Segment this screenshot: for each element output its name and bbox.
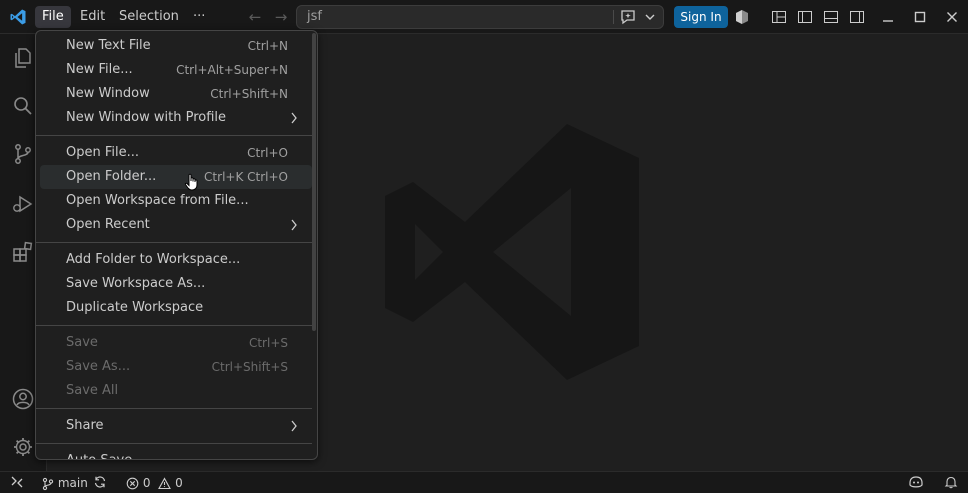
menu-item-label: New Window <box>66 86 150 101</box>
menu-item-open-file[interactable]: Open File... Ctrl+O <box>40 141 312 165</box>
menu-item-label: New Text File <box>66 38 151 53</box>
command-center-search[interactable]: jsf <box>296 5 664 29</box>
explorer-files-icon[interactable] <box>11 46 35 70</box>
menu-file[interactable]: File <box>35 6 71 28</box>
title-bar: File Edit Selection ··· ← → jsf Sign In <box>0 0 968 34</box>
menu-item-open-folder[interactable]: Open Folder... Ctrl+K Ctrl+O <box>40 165 312 189</box>
menu-item-shortcut: Ctrl+Shift+S <box>211 360 288 374</box>
menu-item-label: Auto Save <box>66 449 132 459</box>
menu-item-label: Open Recent <box>66 217 150 232</box>
run-debug-icon[interactable] <box>11 192 35 216</box>
menu-item-shortcut: Ctrl+Shift+N <box>210 87 288 101</box>
menu-item-duplicate-workspace[interactable]: Duplicate Workspace <box>40 296 312 320</box>
warning-icon <box>158 477 172 490</box>
toggle-secondary-sidebar-icon[interactable] <box>849 9 865 25</box>
minimize-icon[interactable] <box>880 9 896 25</box>
command-center-text: jsf <box>307 9 322 24</box>
notifications-bell-icon[interactable] <box>944 475 958 489</box>
menu-selection[interactable]: Selection <box>112 6 186 28</box>
chevron-right-icon <box>291 112 297 124</box>
back-arrow-icon[interactable]: ← <box>246 8 264 26</box>
menu-item-open-recent[interactable]: Open Recent <box>40 213 312 237</box>
chat-sparkle-icon[interactable] <box>619 9 637 25</box>
command-center-divider <box>613 10 614 24</box>
customize-layout-icon[interactable] <box>771 9 787 25</box>
menu-item-label: Duplicate Workspace <box>66 300 204 315</box>
menu-separator <box>36 135 312 136</box>
menu-item-new-file[interactable]: New File... Ctrl+Alt+Super+N <box>40 58 312 82</box>
menu-item-share[interactable]: Share <box>40 414 312 438</box>
chevron-down-icon[interactable] <box>644 9 656 25</box>
menu-edit[interactable]: Edit <box>73 6 112 28</box>
vscode-watermark-icon <box>385 124 639 380</box>
menu-item-add-folder-to-workspace[interactable]: Add Folder to Workspace... <box>40 248 312 272</box>
accounts-shield-icon[interactable] <box>734 9 750 25</box>
chevron-right-icon <box>291 420 297 432</box>
menu-item-label: Open Folder... <box>66 169 157 184</box>
menu-item-save-all: Save All <box>40 379 312 403</box>
close-icon[interactable] <box>944 9 960 25</box>
menu-item-save-workspace-as[interactable]: Save Workspace As... <box>40 272 312 296</box>
file-menu-dropdown: New Text File Ctrl+N New File... Ctrl+Alt+S… <box>35 30 318 460</box>
account-icon[interactable] <box>11 387 35 411</box>
menu-item-open-workspace-from-file[interactable]: Open Workspace from File... <box>40 189 312 213</box>
toggle-panel-icon[interactable] <box>823 9 839 25</box>
sync-icon[interactable] <box>93 475 107 489</box>
menu-item-shortcut: Ctrl+S <box>248 336 288 350</box>
error-icon <box>126 477 139 490</box>
menu-item-new-text-file[interactable]: New Text File Ctrl+N <box>40 34 312 58</box>
chevron-right-icon <box>291 219 297 231</box>
status-bar: main 0 0 <box>0 471 968 493</box>
menu-item-label: Share <box>66 418 104 433</box>
menu-item-label: Open File... <box>66 145 140 160</box>
menu-item-label: New File... <box>66 62 133 77</box>
menu-item-shortcut: Ctrl+K Ctrl+O <box>204 170 288 184</box>
menu-separator <box>36 443 312 444</box>
menu-item-label: New Window with Profile <box>66 110 227 125</box>
menu-item-label: Save <box>66 335 98 350</box>
menu-more-button[interactable]: ··· <box>186 6 212 28</box>
sign-in-button[interactable]: Sign In <box>674 6 728 28</box>
toggle-primary-sidebar-icon[interactable] <box>797 9 813 25</box>
menu-item-new-window[interactable]: New Window Ctrl+Shift+N <box>40 82 312 106</box>
menu-item-label: Save As... <box>66 359 131 374</box>
warning-count: 0 <box>175 476 183 490</box>
branch-status[interactable]: main <box>42 474 88 492</box>
menu-item-save-as: Save As... Ctrl+Shift+S <box>40 355 312 379</box>
extensions-icon[interactable] <box>11 240 35 264</box>
menu-item-shortcut: Ctrl+N <box>247 39 288 53</box>
menu-item-shortcut: Ctrl+O <box>247 146 288 160</box>
branch-icon <box>42 477 54 490</box>
menu-item-shortcut: Ctrl+Alt+Super+N <box>176 63 288 77</box>
menu-item-label: Save All <box>66 383 119 398</box>
menu-scrollbar[interactable] <box>312 33 316 331</box>
remote-indicator-icon[interactable] <box>10 475 24 489</box>
menu-item-new-window-with-profile[interactable]: New Window with Profile <box>40 106 312 130</box>
problems-status[interactable]: 0 0 <box>126 474 183 492</box>
menu-item-label: Open Workspace from File... <box>66 193 249 208</box>
menu-separator <box>36 242 312 243</box>
menu-separator <box>36 325 312 326</box>
source-control-icon[interactable] <box>11 142 35 166</box>
hand-cursor-icon <box>184 173 198 191</box>
search-icon[interactable] <box>11 94 35 118</box>
vscode-logo-icon <box>10 9 26 25</box>
menu-item-label: Add Folder to Workspace... <box>66 252 241 267</box>
forward-arrow-icon[interactable]: → <box>272 8 290 26</box>
menu-item-save: Save Ctrl+S <box>40 331 312 355</box>
menu-item-auto-save[interactable]: Auto Save <box>40 449 312 459</box>
menu-separator <box>36 408 312 409</box>
menu-item-label: Save Workspace As... <box>66 276 206 291</box>
gear-icon[interactable] <box>11 435 35 459</box>
error-count: 0 <box>142 476 151 490</box>
copilot-icon[interactable] <box>908 475 924 489</box>
branch-name: main <box>57 476 88 490</box>
maximize-icon[interactable] <box>912 9 928 25</box>
